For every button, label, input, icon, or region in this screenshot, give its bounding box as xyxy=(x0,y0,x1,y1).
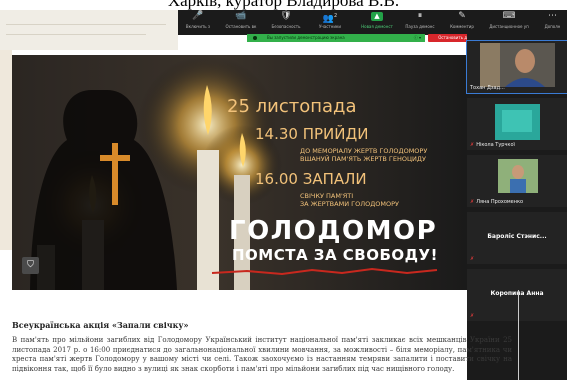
save-icon: ⛉ xyxy=(27,260,34,270)
video-camera-icon: 📹 xyxy=(235,11,247,21)
stop-video-button[interactable]: 📹 Остановить вк xyxy=(220,10,262,35)
participant-mic: ✗ xyxy=(470,256,476,262)
participant-display-name: Коропина Анна xyxy=(490,290,544,297)
holodomor-poster: 25 листопада 14.30 ПРИЙДИ ДО МЕМОРІАЛУ Ж… xyxy=(12,55,467,290)
document-left-margin xyxy=(0,50,12,250)
poster-headline: ГОЛОДОМОР xyxy=(229,216,438,246)
more-button[interactable]: ⋯ Дополн xyxy=(538,10,567,35)
participant-tile[interactable]: ✗ Нікола Турчкої xyxy=(467,98,567,150)
participant-name: Тохан Дзад... xyxy=(470,85,505,91)
mic-muted-icon: ✗ xyxy=(470,256,475,262)
participant-video xyxy=(480,100,555,144)
participant-tile[interactable]: Тохан Дзад... xyxy=(466,40,567,94)
participant-tile[interactable]: Бароліс Стэнис... ✗ xyxy=(467,212,567,264)
participant-name: ✗ Ляна Прохоменко xyxy=(470,199,524,205)
remote-control-button[interactable]: ⌨ Дистанционное уп xyxy=(484,10,534,35)
pause-share-button[interactable]: ⏸ Пауза демонс xyxy=(400,10,440,35)
candle xyxy=(197,150,219,290)
poster-date: 25 листопада xyxy=(227,96,357,117)
recording-dot-icon xyxy=(253,36,257,40)
new-share-button[interactable]: ▲ Новая демонст xyxy=(356,10,398,35)
article-paragraph: В пам'ять про мільйони загиблих від Голо… xyxy=(12,336,512,373)
article-title: Всеукраїнська акція «Запали свічку» xyxy=(12,320,189,330)
content-divider xyxy=(518,290,519,380)
share-options-icon[interactable]: ⓘ ▾ xyxy=(414,34,421,42)
cross-bar xyxy=(100,155,130,161)
participant-video xyxy=(480,43,555,87)
zoom-toolbar: 🎤 Включить з 📹 Остановить вк 🛡 Безопасно… xyxy=(178,10,567,35)
mic-muted-icon: ✗ xyxy=(470,142,475,148)
article: Всеукраїнська акція «Запали свічку» В па… xyxy=(12,310,512,374)
participants-icon: 👥2 xyxy=(322,13,338,24)
share-screen-icon: ▲ xyxy=(356,10,398,24)
participants-button[interactable]: 👥2 Участники xyxy=(310,10,350,35)
poster-time-1: 14.30 ПРИЙДИ xyxy=(255,125,369,143)
shield-icon: 🛡 xyxy=(280,11,292,21)
keyboard-icon: ⌨ xyxy=(502,11,516,21)
annotate-button[interactable]: ✎ Комментир xyxy=(442,10,482,35)
participant-tile[interactable]: ✗ Ляна Прохоменко xyxy=(467,155,567,207)
poster-subheadline: ПОМСТА ЗА СВОБОДУ! xyxy=(232,246,438,264)
poster-line-2a: СВІЧКУ ПАМ'ЯТІ xyxy=(300,192,354,200)
participant-display-name: Бароліс Стэнис... xyxy=(487,233,547,240)
participant-video xyxy=(480,157,555,201)
more-icon: ⋯ xyxy=(548,11,557,21)
poster-time-2: 16.00 ЗАПАЛИ xyxy=(255,170,367,188)
mute-button[interactable]: 🎤 Включить з xyxy=(178,10,218,35)
screen-share-indicator[interactable]: Вы запустили демонстрацию экрана ⓘ ▾ xyxy=(247,34,425,42)
participant-name: ✗ Нікола Турчкої xyxy=(470,142,515,148)
pencil-icon: ✎ xyxy=(458,11,466,21)
document-top-strip xyxy=(0,10,178,50)
participants-count: 2 xyxy=(334,13,338,19)
cross-icon xyxy=(112,143,118,205)
save-image-button[interactable]: ⛉ xyxy=(22,257,39,274)
mic-muted-icon: ✗ xyxy=(470,199,475,205)
screen: 🎤 Включить з 📹 Остановить вк 🛡 Безопасно… xyxy=(0,10,567,380)
microphone-icon: 🎤 xyxy=(192,11,204,21)
poster-line-1b: ВШАНУЙ ПАМ'ЯТЬ ЖЕРТВ ГЕНОЦИДУ xyxy=(300,155,426,163)
poster-line-2b: ЗА ЖЕРТВАМИ ГОЛОДОМОРУ xyxy=(300,200,400,208)
poster-line-1a: ДО МЕМОРІАЛУ ЖЕРТВ ГОЛОДОМОРУ xyxy=(300,147,428,155)
pause-icon: ⏸ xyxy=(417,11,423,21)
security-button[interactable]: 🛡 Безопасность xyxy=(266,10,306,35)
